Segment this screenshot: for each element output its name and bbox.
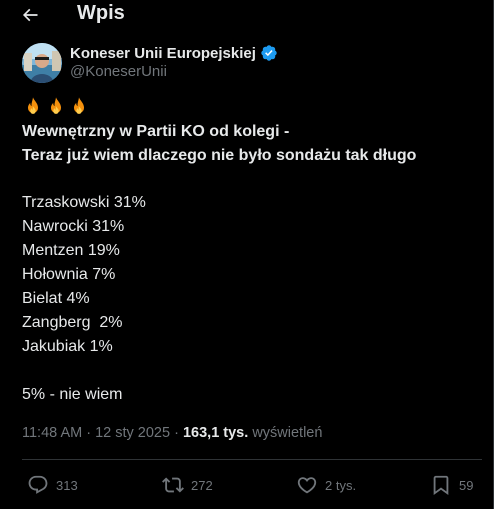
page-header: Wpis (0, 0, 493, 30)
emoji-row (22, 96, 482, 120)
tweet-footer-line: 5% - nie wiem (22, 386, 123, 403)
avatar-image (22, 43, 62, 83)
like-button[interactable]: 2 tys. (296, 474, 356, 496)
avatar[interactable] (22, 43, 62, 83)
tweet-headline: Wewnętrzny w Partii KO od kolegi - Teraz… (22, 120, 482, 168)
author-handle[interactable]: @KoneserUnii (70, 63, 167, 80)
views-label: wyświetleń (252, 425, 323, 441)
bookmark-button[interactable]: 59 (430, 474, 473, 496)
author-name-label: Koneser Unii Europejskiej (70, 44, 256, 62)
poll-line: Jakubiak 1% (22, 338, 113, 355)
action-bar: 313 272 2 tys. 59 (22, 470, 482, 500)
like-count: 2 tys. (325, 477, 357, 493)
fire-icon (50, 97, 62, 114)
tweet-text: Wewnętrzny w Partii KO od kolegi - Teraz… (22, 96, 482, 407)
bookmark-icon (433, 475, 449, 496)
poll-line: Zangberg 2% (22, 314, 123, 331)
poll-line: Hołownia 7% (22, 266, 116, 283)
meta-separator: · (170, 425, 183, 441)
poll-line: Trzaskowski 31% (22, 194, 146, 211)
views-count: 163,1 tys. (182, 425, 249, 441)
tweet-date: 12 sty 2025 (95, 425, 171, 441)
repost-icon (162, 477, 184, 493)
author-name[interactable]: Koneser Unii Europejskiej (70, 44, 278, 62)
fire-icon (27, 97, 39, 114)
arrow-left-icon (22, 8, 38, 22)
page-title: Wpis (77, 2, 125, 24)
back-button[interactable] (16, 1, 44, 29)
timestamp-link[interactable]: 11:48 AM · 12 sty 2025 (22, 425, 170, 441)
divider (22, 459, 482, 460)
bookmark-count: 59 (459, 477, 474, 493)
tweet-time: 11:48 AM (22, 425, 83, 441)
reply-icon (28, 475, 48, 494)
tweet-meta: 11:48 AM · 12 sty 2025 · 163,1 tys. wyśw… (22, 425, 322, 441)
reply-count: 313 (56, 477, 78, 493)
poll-line: Nawrocki 31% (22, 218, 125, 235)
fire-icon (73, 97, 85, 114)
heart-icon (297, 477, 317, 494)
post-detail-view: Wpis Koneser Unii Europejskiej @KoneserU… (0, 0, 494, 509)
headline-line: Wewnętrzny w Partii KO od kolegi - (22, 123, 290, 140)
meta-separator: · (82, 425, 96, 441)
poll-line: Mentzen 19% (22, 242, 120, 259)
verified-badge-icon (260, 44, 278, 62)
poll-results-list: Trzaskowski 31% Nawrocki 31% Mentzen 19%… (22, 191, 482, 359)
reply-button[interactable]: 313 (27, 474, 78, 496)
poll-line: Bielat 4% (22, 290, 90, 307)
repost-button[interactable]: 272 (162, 474, 213, 496)
headline-line: Teraz już wiem dlaczego nie było sondażu… (22, 147, 417, 164)
repost-count: 272 (191, 477, 213, 493)
